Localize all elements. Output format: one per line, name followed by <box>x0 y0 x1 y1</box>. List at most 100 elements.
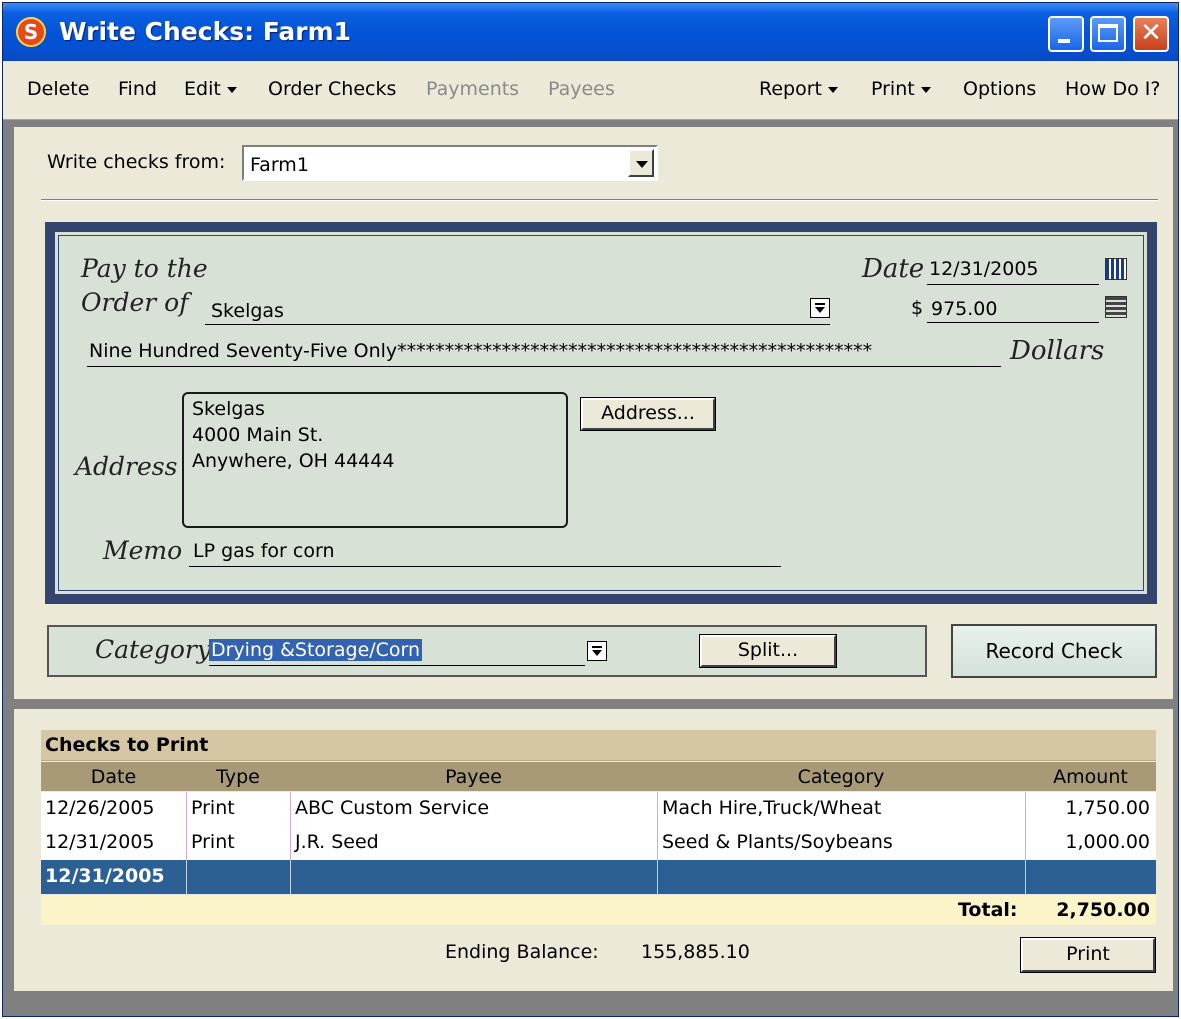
address-line-1: Skelgas <box>192 398 265 420</box>
memo-value: LP gas for corn <box>193 540 335 562</box>
address-label: Address <box>75 452 178 481</box>
chevron-down-icon <box>636 161 648 168</box>
column-headers: Date Type Payee Category Amount <box>41 762 1156 791</box>
table-row-selected[interactable]: 12/31/2005 <box>41 860 1156 895</box>
maximize-icon <box>1098 24 1118 42</box>
total-row: Total: 2,750.00 <box>41 895 1156 925</box>
menu-options[interactable]: Options <box>963 78 1036 100</box>
menu-delete[interactable]: Delete <box>27 78 89 100</box>
total-label: Total: <box>958 899 1018 921</box>
cell-type: Print <box>187 826 291 860</box>
menu-report-label: Report <box>759 78 822 100</box>
dollars-label: Dollars <box>1010 336 1105 366</box>
window-title: Write Checks: Farm1 <box>59 17 352 46</box>
menu-how-do-i[interactable]: How Do I? <box>1065 78 1160 100</box>
menu-find[interactable]: Find <box>118 78 157 100</box>
date-input[interactable]: 12/31/2005 <box>927 256 1099 285</box>
table-row[interactable]: 12/26/2005 Print ABC Custom Service Mach… <box>41 792 1156 827</box>
cell-date: 12/31/2005 <box>41 826 187 860</box>
account-select[interactable]: Farm1 <box>242 145 658 181</box>
checks-to-print-header: Checks to Print <box>41 730 1156 761</box>
category-value: Drying &Storage/Corn <box>209 639 423 661</box>
cell-date: 12/31/2005 <box>41 860 187 894</box>
write-checks-from-label: Write checks from: <box>47 151 226 173</box>
ending-balance-value: 155,885.10 <box>641 941 750 963</box>
payee-input[interactable]: Skelgas <box>205 296 830 325</box>
chevron-down-icon <box>920 86 931 93</box>
column-header-date[interactable]: Date <box>41 766 186 788</box>
pay-to-label: Pay to the Order of <box>81 252 208 320</box>
app-logo-icon: S <box>16 17 46 47</box>
checks-to-print-panel: Checks to Print Date Type Payee Category… <box>14 709 1173 991</box>
check-face: Pay to the Order of Skelgas Date 12/31/2… <box>53 230 1149 596</box>
cell-amount: 1,000.00 <box>1065 831 1150 853</box>
split-button[interactable]: Split... <box>699 634 837 668</box>
title-bar[interactable]: S Write Checks: Farm1 ✕ <box>3 3 1178 61</box>
close-button[interactable]: ✕ <box>1133 16 1169 52</box>
table-row[interactable]: 12/31/2005 Print J.R. Seed Seed & Plants… <box>41 826 1156 861</box>
menu-edit-label: Edit <box>184 78 221 100</box>
cell-amount <box>1026 860 1156 894</box>
menu-print[interactable]: Print <box>871 78 931 100</box>
cell-category <box>658 860 1026 894</box>
cell-category: Seed & Plants/Soybeans <box>658 826 1026 860</box>
checks-to-print-title: Checks to Print <box>45 734 209 756</box>
address-line-3: Anywhere, OH 44444 <box>192 450 395 472</box>
amount-words: Nine Hundred Seventy-Five Only**********… <box>87 338 1001 367</box>
date-label: Date <box>862 254 925 284</box>
dropdown-bar-icon <box>592 646 602 648</box>
payee-dropdown-button[interactable] <box>810 298 830 318</box>
cell-payee: J.R. Seed <box>291 826 658 860</box>
column-header-category[interactable]: Category <box>657 766 1025 788</box>
memo-label: Memo <box>103 536 183 565</box>
amount-words-value: Nine Hundred Seventy-Five Only**********… <box>89 340 873 362</box>
maximize-button[interactable] <box>1090 16 1126 52</box>
divider <box>41 199 1158 201</box>
chevron-down-icon <box>592 650 602 656</box>
total-value: 2,750.00 <box>1056 899 1150 921</box>
memo-input[interactable]: LP gas for corn <box>189 538 781 567</box>
close-icon: ✕ <box>1140 18 1162 48</box>
menu-bar: Delete Find Edit Order Checks Payments P… <box>3 61 1178 120</box>
record-check-button[interactable]: Record Check <box>951 624 1157 678</box>
address-button[interactable]: Address... <box>580 397 716 431</box>
dropdown-bar-icon <box>815 303 825 305</box>
amount-input[interactable]: 975.00 <box>927 294 1099 323</box>
write-checks-window: S Write Checks: Farm1 ✕ Delete Find Edit… <box>2 2 1179 1017</box>
cell-date: 12/26/2005 <box>41 792 187 826</box>
check-form: Pay to the Order of Skelgas Date 12/31/2… <box>45 222 1157 604</box>
chevron-down-icon <box>815 307 825 313</box>
calendar-icon[interactable] <box>1105 258 1127 280</box>
menu-payees[interactable]: Payees <box>548 78 615 100</box>
calculator-icon[interactable] <box>1105 296 1127 318</box>
ending-balance-label: Ending Balance: <box>445 941 599 963</box>
category-strip: Category Drying &Storage/Corn Split... <box>47 625 927 677</box>
column-header-type[interactable]: Type <box>186 766 290 788</box>
cell-payee <box>291 860 658 894</box>
address-line-2: 4000 Main St. <box>192 424 324 446</box>
category-input[interactable]: Drying &Storage/Corn <box>209 637 585 666</box>
menu-order-checks[interactable]: Order Checks <box>268 78 396 100</box>
check-entry-panel: Write checks from: Farm1 Pay to the Orde… <box>14 127 1173 699</box>
pay-to-label-line2: Order of <box>81 288 189 317</box>
minimize-icon <box>1058 39 1070 43</box>
menu-report[interactable]: Report <box>759 78 838 100</box>
account-dropdown-button[interactable] <box>628 149 654 177</box>
menu-payments[interactable]: Payments <box>426 78 519 100</box>
dollar-sign: $ <box>911 297 924 319</box>
account-select-value: Farm1 <box>250 154 309 176</box>
cell-amount: 1,750.00 <box>1065 797 1150 819</box>
column-header-payee[interactable]: Payee <box>290 766 657 788</box>
address-box[interactable]: Skelgas 4000 Main St. Anywhere, OH 44444 <box>182 392 568 528</box>
chevron-down-icon <box>827 86 838 93</box>
minimize-button[interactable] <box>1048 16 1084 52</box>
date-value: 12/31/2005 <box>929 258 1039 280</box>
category-dropdown-button[interactable] <box>587 641 607 661</box>
amount-value: 975.00 <box>931 298 998 320</box>
payee-value: Skelgas <box>211 300 284 322</box>
print-button[interactable]: Print <box>1020 937 1156 973</box>
menu-edit[interactable]: Edit <box>184 78 237 100</box>
column-header-amount[interactable]: Amount <box>1025 766 1156 788</box>
cell-category: Mach Hire,Truck/Wheat <box>658 792 1026 826</box>
cell-type: Print <box>187 792 291 826</box>
